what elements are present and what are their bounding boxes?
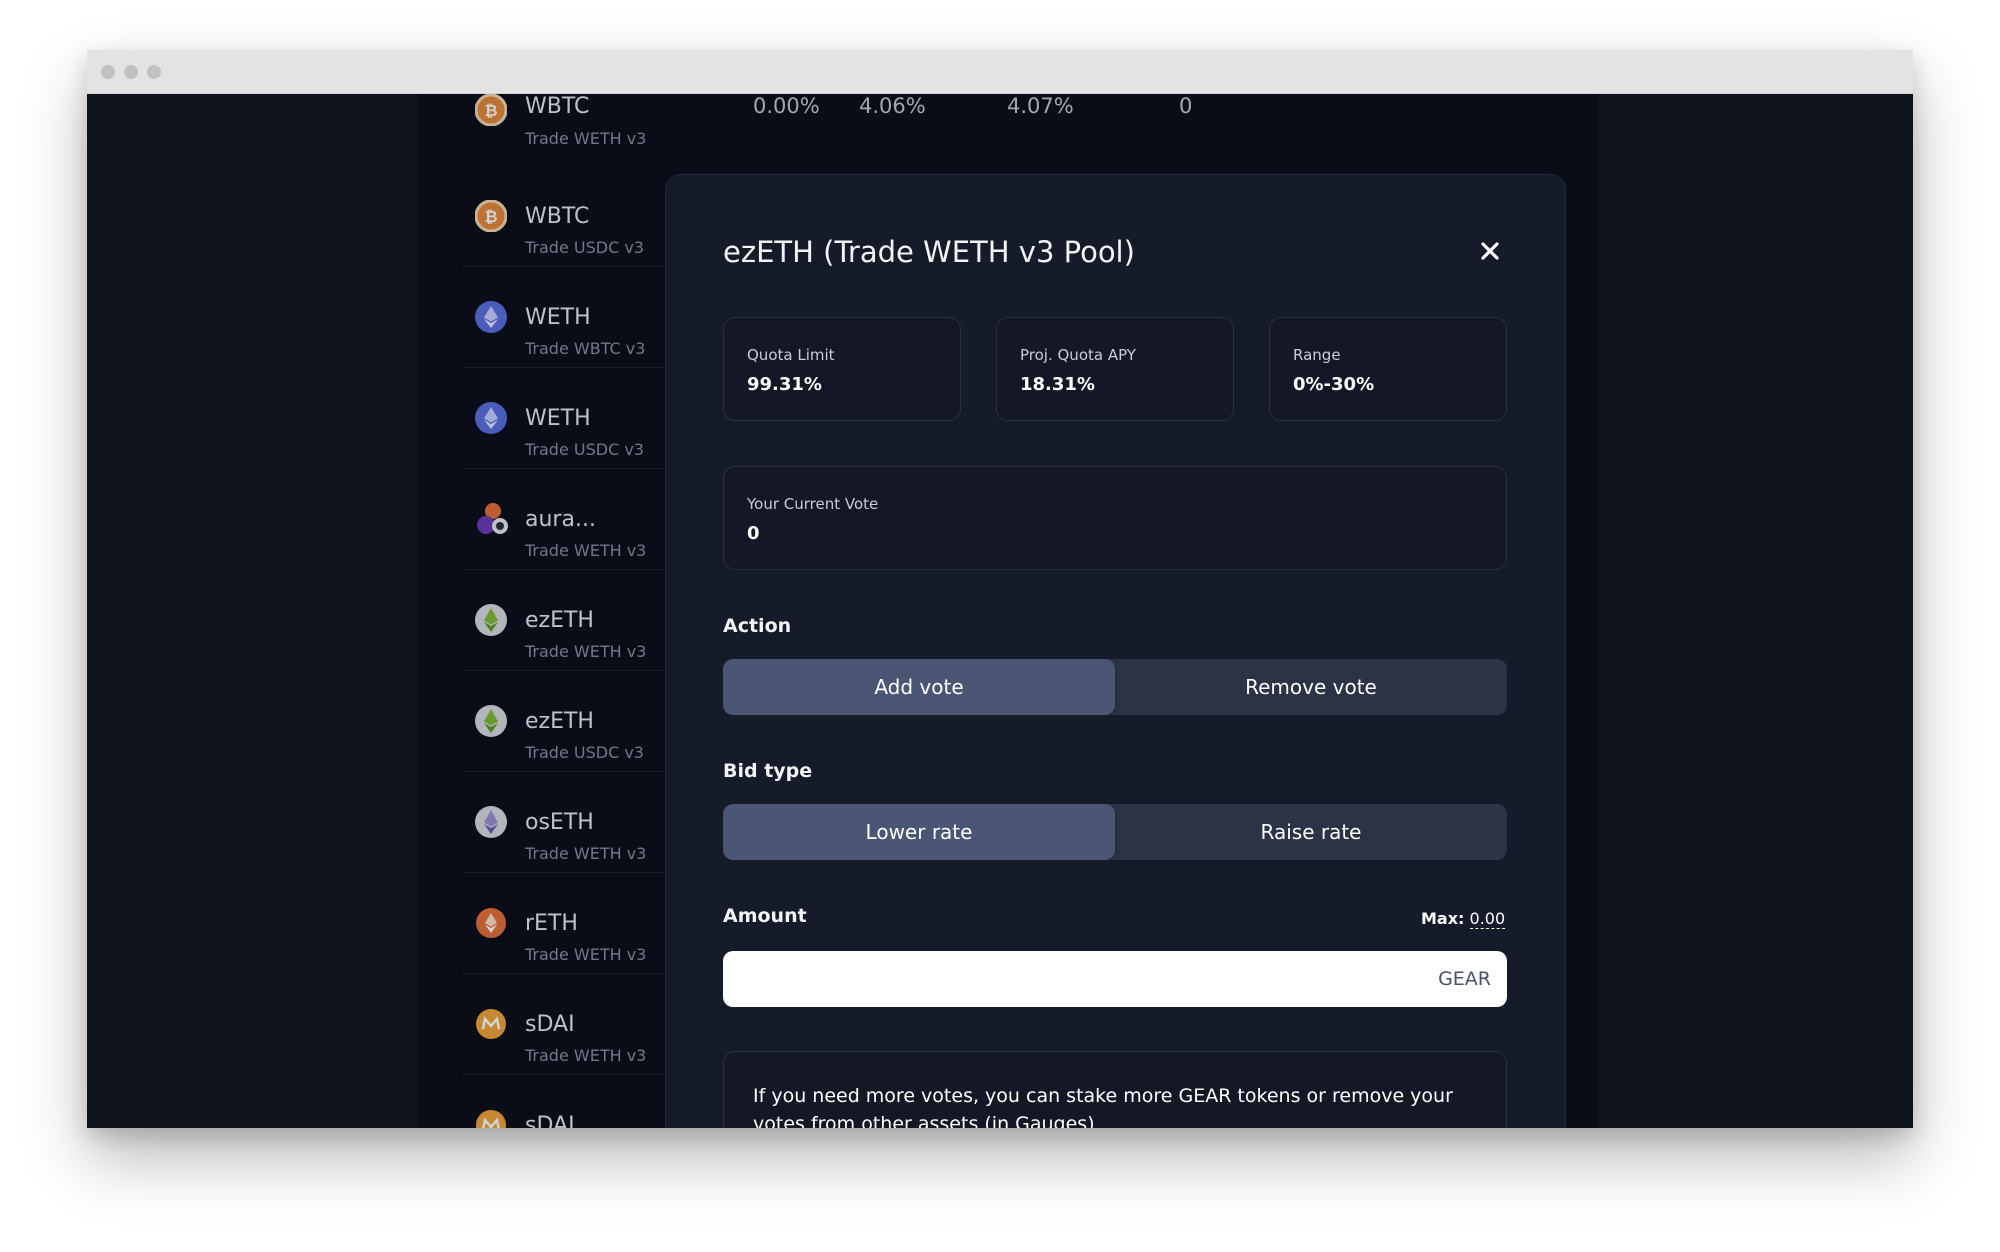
stat-card-quota-apy: Proj. Quota APY 18.31% [996,317,1234,421]
stat-label: Quota Limit [747,346,835,364]
remove-vote-button[interactable]: Remove vote [1115,659,1507,715]
max-value[interactable]: 0.00 [1469,909,1506,929]
stat-value: 99.31% [747,374,822,395]
amount-unit: GEAR [1438,968,1491,990]
window-titlebar [87,50,1913,94]
max-label: Max: [1421,909,1465,928]
max-amount[interactable]: Max: 0.00 [1421,909,1506,929]
add-vote-button[interactable]: Add vote [723,659,1115,715]
raise-rate-button[interactable]: Raise rate [1115,804,1507,860]
stat-value: 0%-30% [1293,374,1375,395]
current-vote-card: Your Current Vote 0 [723,466,1507,570]
current-vote-label: Your Current Vote [747,495,879,513]
stat-label: Proj. Quota APY [1020,346,1136,364]
action-toggle: Add vote Remove vote [723,659,1507,715]
info-text: If you need more votes, you can stake mo… [753,1085,1453,1128]
stat-value: 18.31% [1020,374,1095,395]
bid-type-toggle: Lower rate Raise rate [723,804,1507,860]
window-dot-maximize[interactable] [147,65,161,79]
vote-modal: ezETH (Trade WETH v3 Pool) Quota Limit 9… [665,174,1566,1128]
window-dot-close[interactable] [101,65,115,79]
amount-input[interactable] [739,951,1399,1007]
current-vote-value: 0 [747,523,760,544]
lower-rate-button[interactable]: Lower rate [723,804,1115,860]
stat-card-range: Range 0%-30% [1269,317,1507,421]
page-viewport: ₿ WBTC Trade WETH v3 0.00% 4.06% 4.07% 0… [87,94,1913,1128]
action-label: Action [723,615,792,637]
stat-card-quota-limit: Quota Limit 99.31% [723,317,961,421]
stat-label: Range [1293,346,1341,364]
amount-field[interactable]: GEAR [723,951,1507,1007]
modal-title: ezETH (Trade WETH v3 Pool) [723,235,1135,269]
info-box: If you need more votes, you can stake mo… [723,1051,1507,1128]
bid-type-label: Bid type [723,760,813,782]
browser-window: ₿ WBTC Trade WETH v3 0.00% 4.06% 4.07% 0… [87,50,1913,1128]
amount-label: Amount [723,905,807,927]
close-icon[interactable] [1474,235,1506,267]
window-dot-minimize[interactable] [124,65,138,79]
